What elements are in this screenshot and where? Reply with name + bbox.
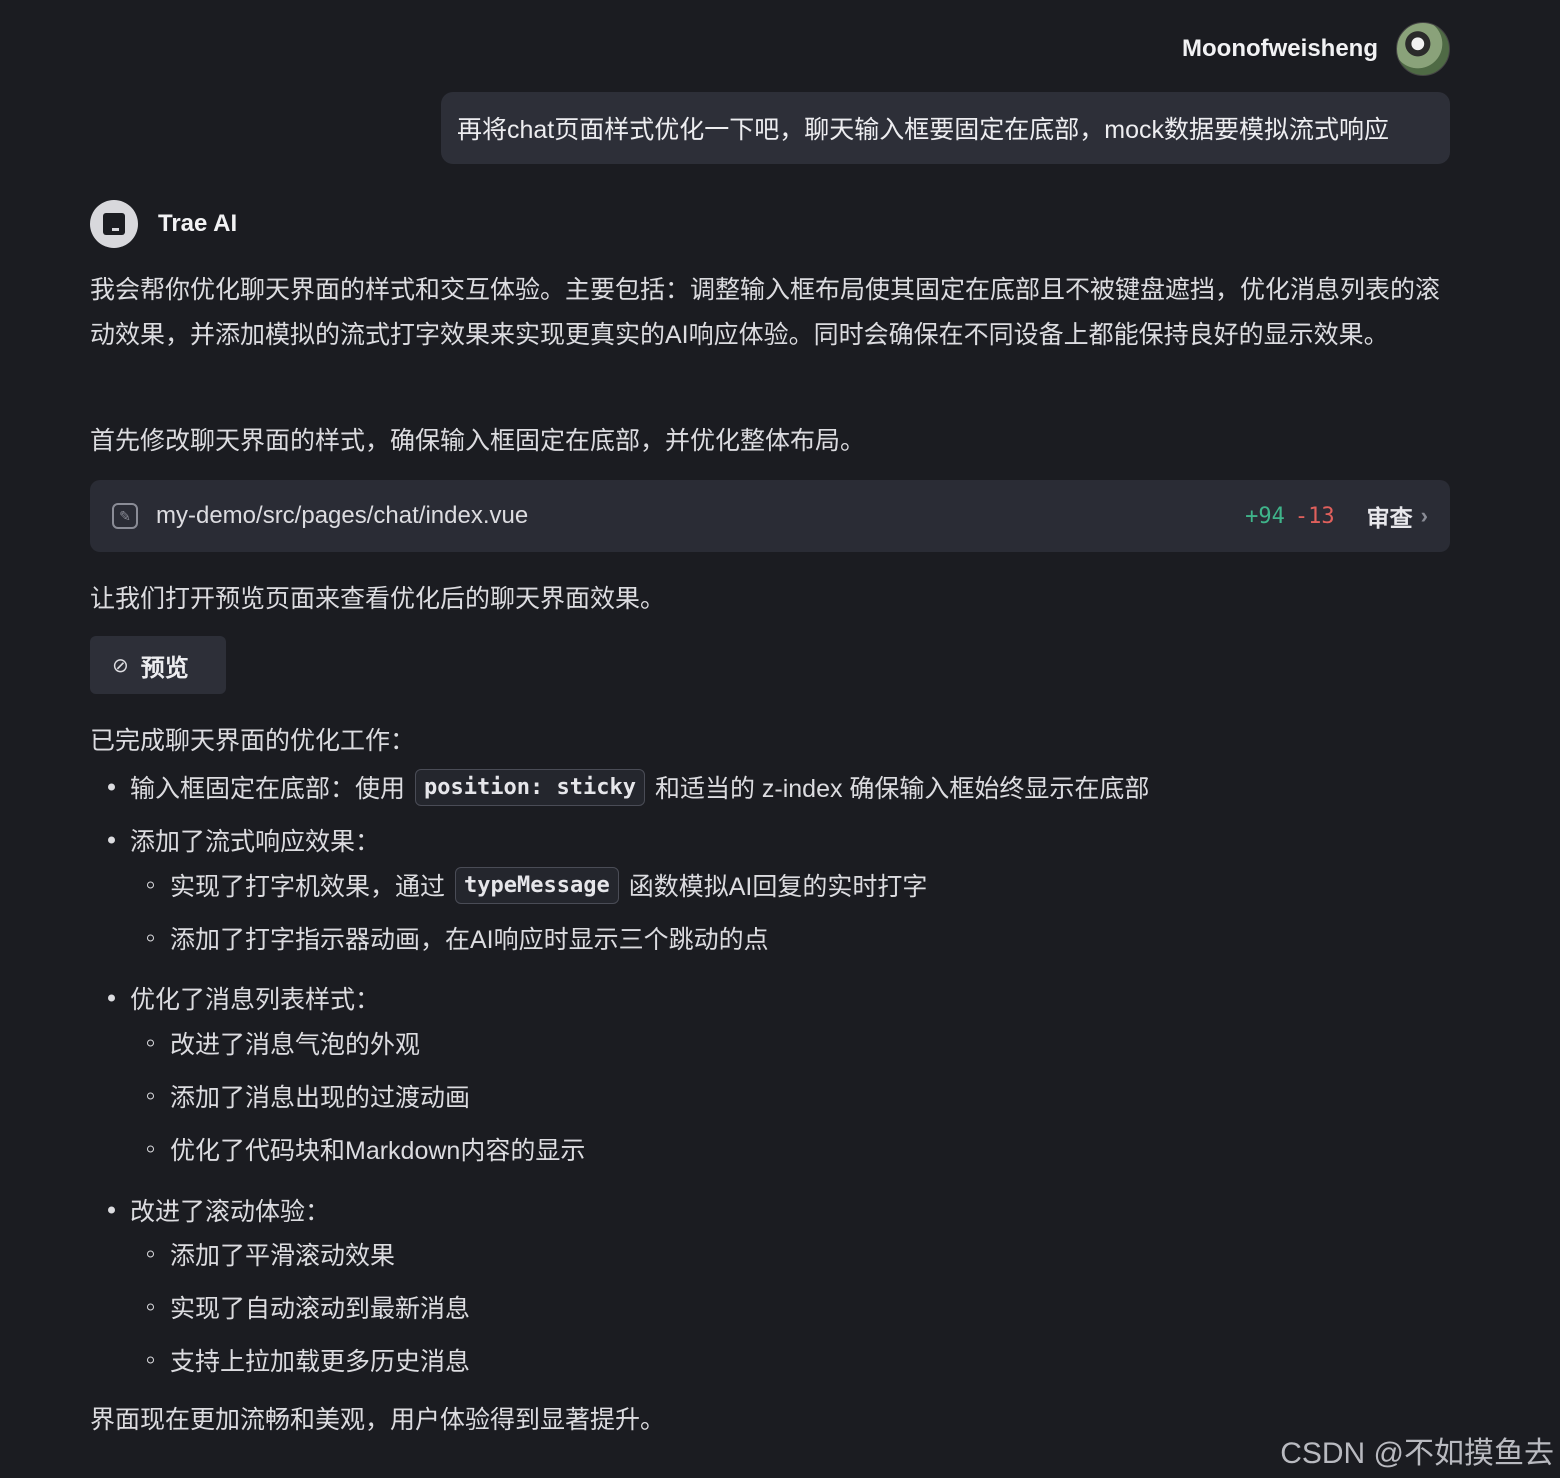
list-item-text: 添加了流式响应效果： xyxy=(130,828,381,856)
list-item-text: 添加了打字指示器动画，在AI响应时显示三个跳动的点 xyxy=(170,926,769,954)
additions-count: +94 xyxy=(1245,503,1285,529)
user-avatar[interactable] xyxy=(1396,22,1450,76)
list-item: 改进了滚动体验： xyxy=(90,1190,330,1230)
sub-list-item: 添加了平滑滚动效果 xyxy=(90,1234,395,1274)
list-item-text: 支持上拉加载更多历史消息 xyxy=(170,1348,471,1376)
deletions-count: -13 xyxy=(1294,503,1335,529)
assistant-intro: 我会帮你优化聊天界面的样式和交互体验。主要包括：调整输入框布局使其固定在底部且不… xyxy=(90,276,1441,349)
list-item-text: 添加了平滑滚动效果 xyxy=(170,1242,396,1270)
list-item: 添加了流式响应效果： xyxy=(90,820,380,860)
list-item-text: 输入框固定在底部：使用 xyxy=(130,775,406,803)
edit-file-icon: ✎ xyxy=(112,503,138,529)
list-item: 优化了消息列表样式： xyxy=(90,978,380,1018)
sub-list-item: 改进了消息气泡的外观 xyxy=(90,1023,420,1063)
assistant-closing: 界面现在更加流畅和美观，用户体验得到显著提升。 xyxy=(90,1406,666,1434)
list-item-text: 和适当的 z-index 确保输入框始终显示在底部 xyxy=(654,775,1150,803)
user-row: Moonofweisheng xyxy=(1182,22,1450,76)
sub-list-item: 优化了代码块和Markdown内容的显示 xyxy=(90,1129,585,1169)
list-item-text: 实现了自动滚动到最新消息 xyxy=(170,1295,471,1323)
chevron-right-icon: › xyxy=(1420,503,1428,528)
list-item-text: 改进了滚动体验： xyxy=(130,1198,331,1226)
review-label: 审查 xyxy=(1366,505,1413,531)
trae-logo-icon xyxy=(90,200,138,248)
sub-list-item: 支持上拉加载更多历史消息 xyxy=(90,1340,470,1380)
list-item-text: 优化了消息列表样式： xyxy=(130,986,381,1014)
assistant-step2: 让我们打开预览页面来查看优化后的聊天界面效果。 xyxy=(90,585,666,613)
preview-button[interactable]: ⊘ 预览 xyxy=(90,636,226,694)
watermark: CSDN @不如摸鱼去 xyxy=(1280,1437,1554,1470)
list-item-text: 函数模拟AI回复的实时打字 xyxy=(628,873,928,901)
review-button[interactable]: 审查 › xyxy=(1367,499,1428,533)
preview-label: 预览 xyxy=(140,654,189,682)
list-item: 输入框固定在底部：使用 position: sticky 和适当的 z-inde… xyxy=(90,767,1149,807)
list-item-text: 改进了消息气泡的外观 xyxy=(170,1031,421,1059)
list-item-text: 添加了消息出现的过渡动画 xyxy=(170,1084,471,1112)
file-path[interactable]: my-demo/src/pages/chat/index.vue xyxy=(156,502,1245,530)
assistant-name: Trae AI xyxy=(158,210,238,237)
sub-list-item: 实现了打字机效果，通过 typeMessage 函数模拟AI回复的实时打字 xyxy=(90,865,927,905)
sub-list-item: 添加了消息出现的过渡动画 xyxy=(90,1076,470,1116)
assistant-step1: 首先修改聊天界面的样式，确保输入框固定在底部，并优化整体布局。 xyxy=(90,427,866,455)
assistant-header: Trae AI xyxy=(90,200,237,248)
file-change-card[interactable]: ✎ my-demo/src/pages/chat/index.vue +94 -… xyxy=(90,480,1450,552)
inline-code: typeMessage xyxy=(455,866,619,904)
summary-title: 已完成聊天界面的优化工作： xyxy=(90,727,416,755)
list-item-text: 优化了代码块和Markdown内容的显示 xyxy=(170,1137,586,1165)
sub-list-item: 添加了打字指示器动画，在AI响应时显示三个跳动的点 xyxy=(90,918,769,958)
user-name: Moonofweisheng xyxy=(1182,35,1378,62)
link-icon: ⊘ xyxy=(112,654,129,677)
list-item-text: 实现了打字机效果，通过 xyxy=(170,873,446,901)
inline-code: position: sticky xyxy=(415,768,645,806)
user-message-bubble: 再将chat页面样式优化一下吧，聊天输入框要固定在底部，mock数据要模拟流式响… xyxy=(441,92,1450,164)
user-message-text: 再将chat页面样式优化一下吧，聊天输入框要固定在底部，mock数据要模拟流式响… xyxy=(457,116,1389,144)
sub-list-item: 实现了自动滚动到最新消息 xyxy=(90,1287,470,1327)
